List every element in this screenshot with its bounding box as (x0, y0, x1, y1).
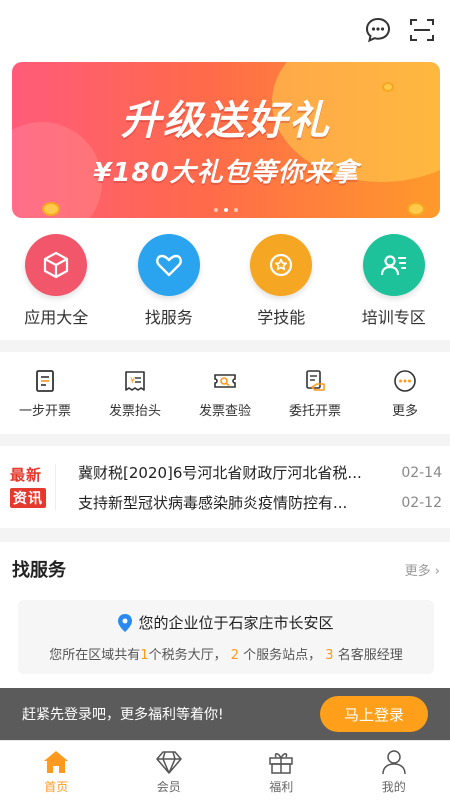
heart-icon (137, 234, 200, 296)
tax-hall-count: 1 (140, 648, 149, 663)
news-item[interactable]: 支持新型冠状病毒感染肺炎疫情防控有... 02-12 (78, 492, 442, 513)
category-label: 应用大全 (24, 308, 89, 327)
manager-count: 3 (325, 648, 334, 663)
tool-more[interactable]: 更多 (362, 368, 448, 419)
news-title: 冀财税[2020]6号河北省财政厅河北省税... (78, 464, 362, 482)
cube-icon (25, 234, 88, 296)
news-date: 02-12 (401, 494, 442, 511)
pagination-dot[interactable] (214, 208, 218, 212)
login-button[interactable]: 马上登录 (320, 696, 428, 732)
tab-label: 首页 (44, 780, 69, 794)
tool-label: 发票抬头 (108, 403, 161, 419)
quick-tools: 一步开票 ¥ 发票抬头 发票查验 委托开票 更多 (0, 352, 450, 434)
chevron-right-icon: › (430, 563, 440, 579)
login-prompt-bar: 赶紧先登录吧，更多福利等着你! 马上登录 (0, 688, 450, 740)
category-learn-skills[interactable]: 学技能 (231, 234, 331, 328)
tool-label: 发票查验 (198, 403, 251, 419)
tool-delegate-invoice[interactable]: 委托开票 (272, 368, 358, 419)
receipt-header-icon: ¥ (122, 368, 148, 394)
tab-label: 会员 (156, 780, 181, 794)
banner-title: 升级送好礼 (121, 98, 331, 144)
section-header: 找服务 更多 › (12, 556, 440, 582)
news-section: 最新 资讯 冀财税[2020]6号河北省财政厅河北省税... 02-14 支持新… (0, 446, 450, 528)
category-label: 学技能 (257, 308, 306, 327)
info-text: 个税务大厅， (148, 648, 227, 663)
news-title: 支持新型冠状病毒感染肺炎疫情防控有... (78, 494, 348, 512)
category-label: 培训专区 (361, 308, 426, 327)
star-badge-icon (250, 234, 313, 296)
diamond-icon (155, 749, 183, 775)
tab-home[interactable]: 首页 (0, 741, 113, 800)
pagination-dot[interactable] (234, 208, 238, 212)
tool-label: 更多 (391, 403, 418, 419)
login-prompt-message: 赶紧先登录吧，更多福利等着你! (22, 707, 224, 723)
tool-one-step-invoice[interactable]: 一步开票 (2, 368, 88, 419)
message-icon[interactable] (364, 16, 392, 44)
pagination-dot-active[interactable] (224, 208, 228, 212)
location-pin-icon (118, 613, 133, 632)
more-icon (392, 368, 418, 394)
banner-subtitle: ¥180大礼包等你来拿 (93, 158, 359, 188)
category-label: 找服务 (144, 308, 193, 327)
service-info: 您所在区域共有1个税务大厅， 2 个服务站点， 3 名客服经理 (18, 644, 434, 663)
category-training[interactable]: 培训专区 (344, 234, 444, 328)
tool-label: 委托开票 (288, 403, 341, 419)
promo-banner[interactable]: 升级送好礼 ¥180大礼包等你来拿 (12, 62, 440, 218)
bottom-tabbar: 首页 会员 福利 我的 (0, 740, 450, 800)
more-link[interactable]: 更多 › (405, 560, 440, 579)
news-badge-line1: 最新 (10, 466, 43, 484)
latest-news-badge: 最新 资讯 (10, 464, 56, 510)
tool-invoice-verify[interactable]: 发票查验 (182, 368, 268, 419)
svg-text:¥: ¥ (130, 376, 135, 385)
info-prefix: 您所在区域共有 (49, 648, 141, 663)
tab-label: 我的 (381, 780, 406, 794)
top-section: 升级送好礼 ¥180大礼包等你来拿 应用大全 找服务 学技能 培训专区 (0, 0, 450, 340)
section-title: 找服务 (12, 560, 66, 581)
tool-invoice-header[interactable]: ¥ 发票抬头 (92, 368, 178, 419)
info-text: 个服务站点， (243, 648, 322, 663)
category-find-service[interactable]: 找服务 (119, 234, 219, 328)
location-text: 您的企业位于石家庄市长安区 (138, 614, 334, 632)
news-item[interactable]: 冀财税[2020]6号河北省财政厅河北省税... 02-14 (78, 462, 442, 483)
location-line: 您的企业位于石家庄市长安区 (18, 612, 434, 633)
news-badge-line2: 资讯 (10, 488, 46, 508)
ticket-check-icon (212, 368, 238, 394)
more-link-label: 更多 (404, 563, 431, 579)
header-actions (364, 16, 436, 44)
delegate-invoice-icon (302, 368, 328, 394)
category-apps[interactable]: 应用大全 (6, 234, 106, 328)
find-service-section: 找服务 更多 › 您的企业位于石家庄市长安区 您所在区域共有1个税务大厅， 2 … (0, 542, 450, 688)
tab-label: 福利 (269, 780, 294, 794)
service-station-count: 2 (230, 648, 239, 663)
invoice-icon (32, 368, 58, 394)
tab-member[interactable]: 会员 (113, 741, 226, 800)
tab-mine[interactable]: 我的 (338, 741, 450, 800)
location-card[interactable]: 您的企业位于石家庄市长安区 您所在区域共有1个税务大厅， 2 个服务站点， 3 … (18, 600, 434, 674)
scan-icon[interactable] (408, 16, 436, 44)
trainer-icon (362, 234, 425, 296)
user-icon (380, 749, 408, 775)
home-icon (42, 749, 70, 775)
news-date: 02-14 (401, 464, 442, 481)
gift-icon (267, 749, 295, 775)
main-categories: 应用大全 找服务 学技能 培训专区 (0, 234, 450, 328)
tool-label: 一步开票 (18, 403, 71, 419)
info-text: 名客服经理 (337, 648, 403, 663)
banner-pagination (12, 208, 440, 212)
tab-benefits[interactable]: 福利 (225, 741, 338, 800)
